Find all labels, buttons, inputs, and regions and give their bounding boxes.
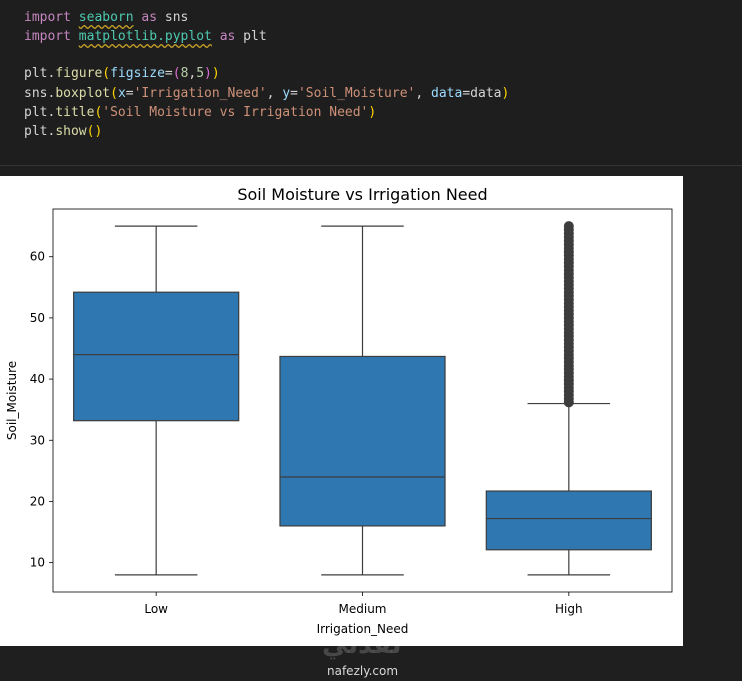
- x-tick-label: Medium: [339, 602, 387, 616]
- box-high: [485, 490, 652, 551]
- x-tick-label: Low: [144, 602, 168, 616]
- y-tick-label: 10: [30, 556, 45, 570]
- box-medium: [279, 355, 446, 527]
- outlier-point: [563, 221, 574, 232]
- y-tick-label: 60: [30, 250, 45, 264]
- y-tick-label: 30: [30, 433, 45, 447]
- code-cell[interactable]: import seaborn as sns import matplotlib.…: [0, 0, 742, 166]
- watermark-logo: نفذلي: [322, 630, 402, 660]
- cell-output: Soil Moisture vs Irrigation Need 10 20 30 40…: [0, 176, 683, 646]
- code-line-3: plt.figure(figsize=(8,5)): [24, 66, 220, 81]
- box-low: [73, 291, 240, 422]
- chart-title: Soil Moisture vs Irrigation Need: [237, 185, 487, 204]
- code-line-1: import seaborn as sns: [24, 10, 189, 25]
- watermark-url: nafezly.com: [327, 664, 399, 678]
- y-tick-label: 50: [30, 311, 45, 325]
- y-axis-label: Soil_Moisture: [5, 361, 19, 440]
- boxplot-chart: Soil Moisture vs Irrigation Need 10 20 30 40…: [5, 185, 673, 636]
- x-tick-label: High: [555, 602, 583, 616]
- code-line-2: import matplotlib.pyplot as plt: [24, 29, 267, 44]
- y-tick-label: 40: [30, 372, 45, 386]
- code-line-5: plt.title('Soil Moisture vs Irrigation N…: [24, 105, 377, 120]
- code-line-6: plt.show(): [24, 124, 103, 139]
- code-line-4: sns.boxplot(x='Irrigation_Need', y='Soil…: [24, 86, 510, 101]
- y-tick-label: 20: [30, 494, 45, 508]
